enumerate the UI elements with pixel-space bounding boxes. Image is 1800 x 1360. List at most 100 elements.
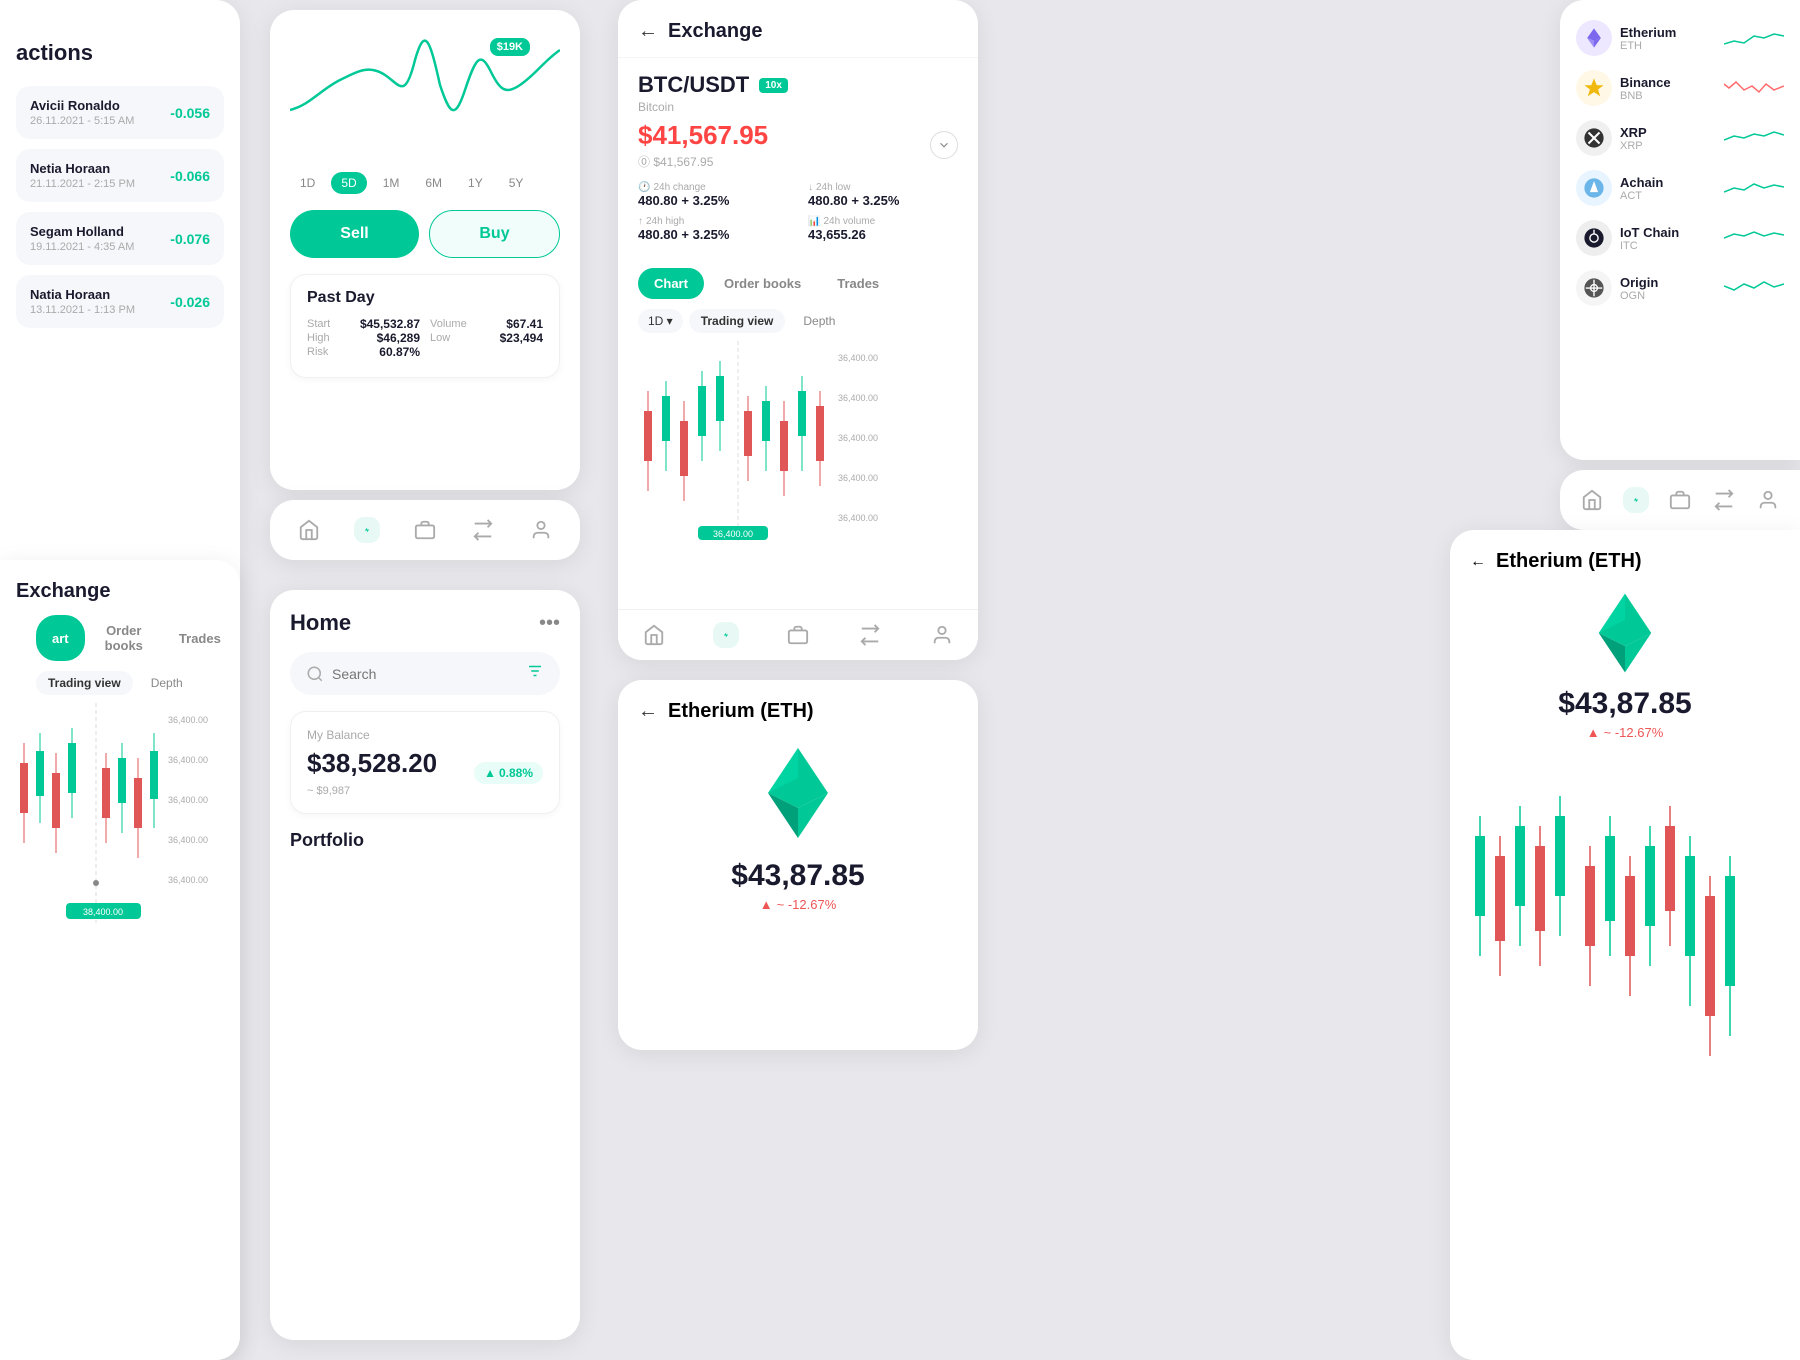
txn-item-1[interactable]: Avicii Ronaldo 26.11.2021 - 5:15 AM -0.0… [16, 86, 224, 139]
svg-text:36,400.00: 36,400.00 [168, 755, 208, 765]
balance-badge: ▲ 0.88% [474, 762, 543, 784]
exchange-left-panel: Exchange art Order books Trades Trading … [0, 560, 240, 1360]
crypto-itc[interactable]: IoT Chain ITC [1576, 220, 1784, 256]
eth-right-title: Etherium (ETH) [1496, 550, 1642, 573]
tab-1m[interactable]: 1M [373, 172, 410, 194]
chart-nav-lightning[interactable] [354, 517, 380, 543]
left-tab-orderbooks[interactable]: Order books [89, 615, 159, 661]
tab-1y[interactable]: 1Y [458, 172, 493, 194]
home-panel: Home ••• My Balance $38,528.20 ~ $9,987 … [270, 590, 580, 1340]
tab-orderbooks[interactable]: Order books [708, 268, 817, 299]
start-val: $45,532.87 [360, 317, 420, 331]
clist-nav-home[interactable] [1579, 487, 1605, 513]
crypto-eth[interactable]: Etherium ETH [1576, 20, 1784, 56]
txn-name-4: Natia Horaan [30, 287, 135, 302]
ogn-name: Origin [1620, 275, 1716, 290]
chart-nav-home[interactable] [296, 517, 322, 543]
volume-val: $67.41 [506, 317, 543, 331]
low-label: ↓24h low [808, 182, 958, 193]
clist-nav-lightning[interactable] [1623, 487, 1649, 513]
low-label: Low [430, 332, 450, 344]
depth-btn[interactable]: Depth [791, 309, 847, 333]
txn-name-1: Avicii Ronaldo [30, 98, 134, 113]
risk-val: 60.87% [379, 345, 420, 359]
tab-6m[interactable]: 6M [415, 172, 452, 194]
pair-usd: ⓪ $41,567.95 [638, 153, 768, 170]
tab-chart[interactable]: Chart [638, 268, 704, 299]
txn-amount-2: -0.066 [170, 168, 210, 184]
left-view-row: Trading view Depth [16, 671, 224, 695]
period-select[interactable]: 1D ▾ [638, 309, 683, 333]
tab-trades[interactable]: Trades [821, 268, 895, 299]
high-val: 480.80 + 3.25% [638, 227, 788, 242]
chart-nav-exchange[interactable] [470, 517, 496, 543]
tab-5y[interactable]: 5Y [499, 172, 534, 194]
clist-nav-wallet[interactable] [1667, 487, 1693, 513]
exchange-back-button[interactable]: ← [638, 20, 658, 43]
ex-nav-profile[interactable] [929, 622, 955, 648]
bnb-name: Binance [1620, 75, 1716, 90]
pair-stats: 🕐24h change 480.80 + 3.25% ↓24h low 480.… [638, 182, 958, 242]
search-input[interactable] [332, 666, 518, 682]
eth-center-change: ▲ ~ -12.67% [638, 897, 958, 912]
eth-name: Etherium [1620, 25, 1716, 40]
svg-text:36,400.00: 36,400.00 [838, 353, 878, 363]
home-title: Home [290, 610, 351, 636]
pair-name: BTC/USDT [638, 72, 749, 98]
more-button[interactable]: ••• [539, 612, 560, 635]
search-bar[interactable] [290, 652, 560, 695]
left-trading-view[interactable]: Trading view [36, 671, 133, 695]
crypto-xrp[interactable]: XRP XRP [1576, 120, 1784, 156]
balance-label: My Balance [307, 728, 543, 742]
eth-sym: ETH [1620, 40, 1716, 52]
tab-1d[interactable]: 1D [290, 172, 325, 194]
balance-change: ~ $9,987 [307, 785, 437, 797]
clist-nav-exchange[interactable] [1711, 487, 1737, 513]
trading-view-btn[interactable]: Trading view [689, 309, 786, 333]
bnb-icon [1576, 70, 1612, 106]
eth-right-back[interactable]: ← [1470, 553, 1486, 571]
past-day-card: Past Day Start $45,532.87 High $46,289 R… [290, 274, 560, 378]
svg-text:36,400.00: 36,400.00 [168, 875, 208, 885]
buy-button[interactable]: Buy [429, 210, 560, 258]
exchange-candlestick-chart: 36,400.00 36,400.00 36,400.00 36,400.00 … [638, 341, 958, 541]
crypto-bnb[interactable]: Binance BNB [1576, 70, 1784, 106]
eth-center-logo [638, 743, 958, 843]
txn-amount-4: -0.026 [170, 294, 210, 310]
crypto-act[interactable]: Achain ACT [1576, 170, 1784, 206]
txn-item-3[interactable]: Segam Holland 19.11.2021 - 4:35 AM -0.07… [16, 212, 224, 265]
sell-buy-row: Sell Buy [290, 210, 560, 258]
transactions-title: actions [16, 40, 224, 66]
tab-5d[interactable]: 5D [331, 172, 366, 194]
left-depth-view[interactable]: Depth [139, 671, 195, 695]
act-icon [1576, 170, 1612, 206]
sell-button[interactable]: Sell [290, 210, 419, 258]
exchange-bottom-nav [618, 609, 978, 660]
clist-nav-profile[interactable] [1755, 487, 1781, 513]
crypto-ogn[interactable]: Origin OGN [1576, 270, 1784, 306]
eth-right-logo [1470, 589, 1780, 677]
dropdown-button[interactable] [930, 131, 958, 159]
txn-item-2[interactable]: Netia Horaan 21.11.2021 - 2:15 PM -0.066 [16, 149, 224, 202]
ex-nav-wallet[interactable] [785, 622, 811, 648]
svg-text:36,400.00: 36,400.00 [838, 473, 878, 483]
svg-text:36,400.00: 36,400.00 [168, 835, 208, 845]
chart-nav-profile[interactable] [528, 517, 554, 543]
txn-item-4[interactable]: Natia Horaan 13.11.2021 - 1:13 PM -0.026 [16, 275, 224, 328]
left-tab-trades[interactable]: Trades [163, 615, 237, 661]
eth-right-header: ← Etherium (ETH) [1470, 550, 1780, 573]
ex-nav-home[interactable] [641, 622, 667, 648]
eth-center-title: Etherium (ETH) [668, 700, 814, 723]
view-row: 1D ▾ Trading view Depth [618, 309, 978, 333]
crypto-list-panel: Etherium ETH Binance BNB XRP XRP [1560, 0, 1800, 460]
chart-nav-wallet[interactable] [412, 517, 438, 543]
ogn-icon [1576, 270, 1612, 306]
left-tab-art[interactable]: art [36, 615, 85, 661]
ex-nav-lightning[interactable] [713, 622, 739, 648]
volume-label: Volume [430, 318, 467, 330]
eth-center-back[interactable]: ← [638, 700, 658, 723]
eth-icon [1576, 20, 1612, 56]
txn-amount-3: -0.076 [170, 231, 210, 247]
filter-button[interactable] [526, 662, 544, 685]
ex-nav-exchange[interactable] [857, 622, 883, 648]
